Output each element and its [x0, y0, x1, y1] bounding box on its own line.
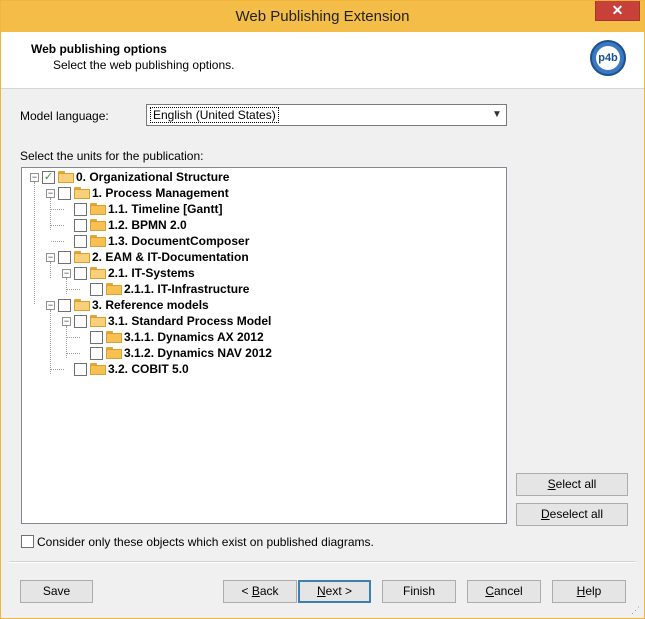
- folder-icon: [90, 363, 106, 375]
- dialog-window: Web Publishing Extension ✕ Web publishin…: [0, 0, 645, 619]
- tree-connector: [66, 278, 67, 294]
- close-button[interactable]: ✕: [595, 1, 640, 21]
- tree-node-label: 0. Organizational Structure: [76, 170, 230, 184]
- tree-node[interactable]: 1.3. DocumentComposer: [22, 233, 502, 249]
- collapse-icon[interactable]: −: [46, 301, 55, 310]
- tree-node[interactable]: − 2. EAM & IT-Documentation: [22, 249, 502, 265]
- tree-node-label: 1.3. DocumentComposer: [108, 234, 250, 248]
- collapse-icon[interactable]: −: [62, 317, 71, 326]
- tree-connector: [50, 198, 51, 230]
- tree-node[interactable]: − 1. Process Management: [22, 185, 502, 201]
- tree-node[interactable]: − 3.1. Standard Process Model: [22, 313, 502, 329]
- tree-node-checkbox[interactable]: [74, 315, 87, 328]
- tree-node-label: 3.2. COBIT 5.0: [108, 362, 189, 376]
- tree-connector: [67, 289, 80, 290]
- tree-node-label: 3. Reference models: [92, 298, 209, 312]
- folder-open-icon: [74, 251, 90, 263]
- folder-open-icon: [90, 315, 106, 327]
- tree-connector: [51, 209, 64, 210]
- folder-icon: [106, 331, 122, 343]
- tree-node-label: 3.1.1. Dynamics AX 2012: [124, 330, 264, 344]
- tree-node-checkbox[interactable]: [90, 347, 103, 360]
- tree-connector: [50, 310, 51, 374]
- tree-node[interactable]: 1.1. Timeline [Gantt]: [22, 201, 502, 217]
- units-tree[interactable]: − ✓ 0. Organizational Structure −1. Process…: [21, 167, 507, 524]
- tree-connector: [67, 353, 80, 354]
- consider-only-label: Consider only these objects which exist …: [37, 535, 374, 549]
- select-all-button[interactable]: Select all: [516, 473, 628, 496]
- wizard-header: Web publishing options Select the web pu…: [1, 32, 644, 89]
- tree-node-label: 1. Process Management: [92, 186, 229, 200]
- logo-text: p4b: [596, 46, 620, 70]
- tree-node-checkbox[interactable]: [58, 187, 71, 200]
- tree-node-checkbox[interactable]: [74, 219, 87, 232]
- tree-node-checkbox[interactable]: [74, 267, 87, 280]
- model-language-select[interactable]: English (United States) ▼: [146, 104, 507, 126]
- cancel-button[interactable]: Cancel: [467, 580, 541, 603]
- next-button[interactable]: Next >: [298, 580, 371, 603]
- folder-open-icon: [74, 299, 90, 311]
- tree-node-label: 3.1.2. Dynamics NAV 2012: [124, 346, 272, 360]
- tree-connector: [66, 326, 67, 358]
- collapse-icon[interactable]: −: [30, 173, 39, 182]
- tree-connector: [34, 182, 35, 304]
- tree-node-checkbox[interactable]: ✓: [42, 171, 55, 184]
- folder-icon: [90, 219, 106, 231]
- folder-icon: [106, 347, 122, 359]
- tree-node-label: 1.1. Timeline [Gantt]: [108, 202, 223, 216]
- tree-label: Select the units for the publication:: [20, 149, 204, 163]
- consider-only-checkbox[interactable]: [21, 535, 34, 548]
- tree-connector: [50, 262, 51, 278]
- tree-node-checkbox[interactable]: [74, 235, 87, 248]
- model-language-value: English (United States): [150, 107, 279, 123]
- tree-node-checkbox[interactable]: [74, 203, 87, 216]
- tree-node[interactable]: 3.1.2. Dynamics NAV 2012: [22, 345, 502, 361]
- tree-connector: [67, 337, 80, 338]
- tree-connector: [51, 225, 64, 226]
- tree-node-label: 2.1. IT-Systems: [108, 266, 195, 280]
- tree-node[interactable]: − 2.1. IT-Systems: [22, 265, 502, 281]
- chevron-down-icon[interactable]: ▼: [488, 105, 506, 125]
- tree-node-checkbox[interactable]: [58, 251, 71, 264]
- folder-open-icon: [74, 187, 90, 199]
- tree-node[interactable]: − 3. Reference models: [22, 297, 502, 313]
- header-title: Web publishing options: [31, 42, 167, 56]
- tree-node-label: 1.2. BPMN 2.0: [108, 218, 187, 232]
- collapse-icon[interactable]: −: [46, 189, 55, 198]
- tree-node-label: 2. EAM & IT-Documentation: [92, 250, 249, 264]
- save-button[interactable]: Save: [20, 580, 93, 603]
- help-button[interactable]: Help: [552, 580, 626, 603]
- tree-node-checkbox[interactable]: [90, 283, 103, 296]
- folder-icon: [90, 203, 106, 215]
- resize-grip-icon[interactable]: ⋰: [631, 605, 641, 615]
- back-button[interactable]: < Back: [223, 580, 297, 603]
- finish-button[interactable]: Finish: [382, 580, 456, 603]
- model-language-label: Model language:: [20, 109, 109, 123]
- tree-node-checkbox[interactable]: [58, 299, 71, 312]
- title-bar[interactable]: Web Publishing Extension ✕: [1, 1, 644, 32]
- tree-node[interactable]: 2.1.1. IT-Infrastructure: [22, 281, 502, 297]
- tree-node-label: 3.1. Standard Process Model: [108, 314, 272, 328]
- deselect-all-button[interactable]: Deselect all: [516, 503, 628, 526]
- folder-open-icon: [90, 267, 106, 279]
- p4b-logo-icon: p4b: [590, 40, 626, 76]
- collapse-icon[interactable]: −: [62, 269, 71, 278]
- tree-connector: [51, 369, 64, 370]
- folder-open-icon: [58, 171, 74, 183]
- footer-divider: [9, 561, 636, 563]
- folder-icon: [106, 283, 122, 295]
- collapse-icon[interactable]: −: [46, 253, 55, 262]
- window-title: Web Publishing Extension: [235, 8, 410, 25]
- tree-node[interactable]: 1.2. BPMN 2.0: [22, 217, 502, 233]
- tree-node-checkbox[interactable]: [90, 331, 103, 344]
- tree-node[interactable]: 3.1.1. Dynamics AX 2012: [22, 329, 502, 345]
- folder-icon: [90, 235, 106, 247]
- tree-node[interactable]: 3.2. COBIT 5.0: [22, 361, 502, 377]
- tree-node[interactable]: − ✓ 0. Organizational Structure: [22, 169, 502, 185]
- tree-node-label: 2.1.1. IT-Infrastructure: [124, 282, 250, 296]
- header-subtitle: Select the web publishing options.: [53, 58, 235, 72]
- tree-node-checkbox[interactable]: [74, 363, 87, 376]
- tree-connector: [51, 241, 64, 242]
